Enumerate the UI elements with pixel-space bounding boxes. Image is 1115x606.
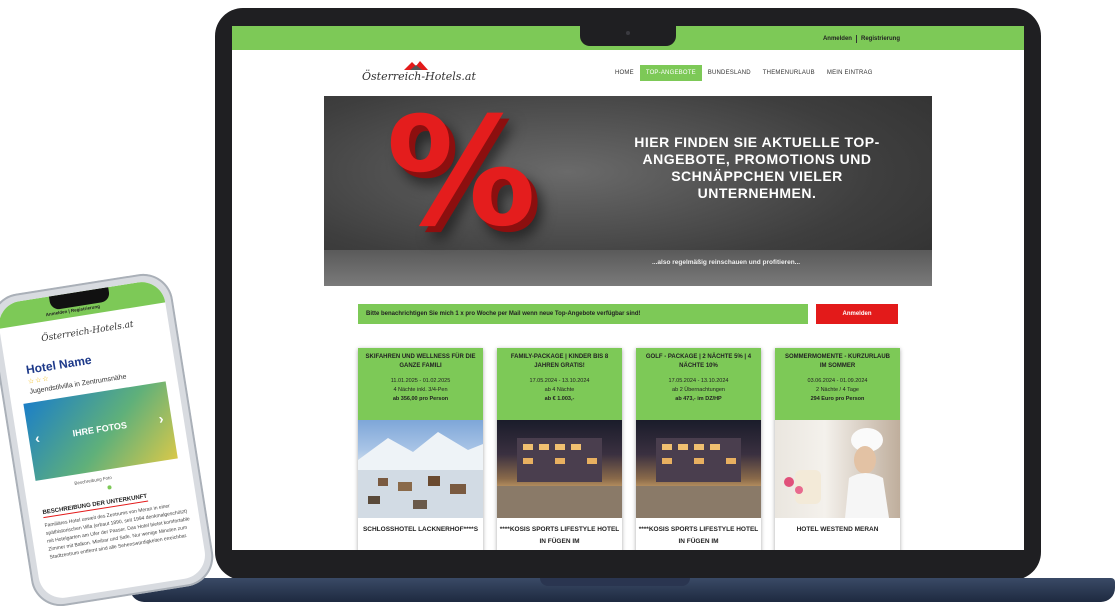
offer-dates: 17.05.2024 - 13.10.2024 xyxy=(668,378,729,384)
offer-price: ab 356,00 pro Person xyxy=(392,396,449,402)
nav-item-themenurlaub[interactable]: THEMENURLAUB xyxy=(757,65,821,81)
offer-dates: 03.06.2024 - 01.09.2024 xyxy=(807,378,868,384)
offer-card[interactable]: FAMILY-PACKAGE | KINDER BIS 8 JAHREN GRA… xyxy=(497,348,622,550)
hotel-name: ****KOSIS SPORTS LIFESTYLE HOTEL IN FÜGE… xyxy=(638,526,759,545)
nav-item-mein-eintrag[interactable]: MEIN EINTRAG xyxy=(821,65,879,81)
laptop-screen: Anmelden Registrierung Österreich-Hotels… xyxy=(232,26,1024,550)
offer-title: FAMILY-PACKAGE | KINDER BIS 8 JAHREN GRA… xyxy=(510,354,609,369)
offer-title: GOLF - PACKAGE | 2 NÄCHTE 5% | 4 NÄCHTE … xyxy=(645,354,752,369)
phone-site-logo[interactable]: Österreich-Hotels.at xyxy=(41,320,135,344)
roof-logo-icon xyxy=(404,61,428,70)
gallery-label: IHRE FOTOS xyxy=(71,419,128,439)
offer-title: SOMMERMOMENTE - KURZURLAUB IM SOMMER xyxy=(785,354,890,369)
camera-icon xyxy=(626,31,630,35)
nav-item-home[interactable]: HOME xyxy=(609,65,640,81)
hotel-night-image[interactable] xyxy=(497,420,622,518)
photo-caption: Beschreibung Foto xyxy=(74,474,113,486)
chevron-right-icon[interactable]: › xyxy=(157,410,164,427)
phone-device: Anmelden | Registrierung Österreich-Hote… xyxy=(0,269,218,606)
offer-card-header: GOLF - PACKAGE | 2 NÄCHTE 5% | 4 NÄCHTE … xyxy=(636,348,761,420)
offer-card-header: SKIFAHREN UND WELLNESS FÜR DIE GANZE FAM… xyxy=(358,348,483,420)
hotel-name: ****KOSIS SPORTS LIFESTYLE HOTEL IN FÜGE… xyxy=(499,526,620,545)
hotel-name: SCHLOSSHOTEL LACKNERHOF****S xyxy=(362,526,479,533)
nav-item-top-angebote[interactable]: TOP-ANGEBOTE xyxy=(639,65,702,81)
hotel-building-icon xyxy=(636,438,761,518)
offer-dates: 17.05.2024 - 13.10.2024 xyxy=(529,378,590,384)
hotel-name-heading: Hotel Name xyxy=(25,352,93,377)
hero-banner: % HIER FINDEN SIE AKTUELLE TOP-ANGEBOTE,… xyxy=(324,96,932,286)
newsletter-subscribe-button[interactable]: Anmelden xyxy=(816,304,898,324)
nav-item-bundesland[interactable]: BUNDESLAND xyxy=(702,65,757,81)
hotel-name: HOTEL WESTEND MERAN xyxy=(796,526,879,533)
offer-price: ab € 1.003,- xyxy=(544,396,575,402)
register-link[interactable]: Registrierung xyxy=(861,36,900,42)
account-links: Anmelden Registrierung xyxy=(823,35,900,43)
offer-detail: ab 2 Übernachtungen xyxy=(672,387,725,393)
hotel-night-image[interactable] xyxy=(636,420,761,518)
spa-woman-image[interactable] xyxy=(775,420,900,518)
mountain-scene-icon xyxy=(358,432,483,518)
main-navbar: Österreich-Hotels.at HOME TOP-ANGEBOTE B… xyxy=(232,50,1024,96)
nav-menu: HOME TOP-ANGEBOTE BUNDESLAND THEMENURLAU… xyxy=(609,65,879,81)
offer-card[interactable]: GOLF - PACKAGE | 2 NÄCHTE 5% | 4 NÄCHTE … xyxy=(636,348,761,550)
spa-scene-icon xyxy=(784,428,889,518)
offer-card[interactable]: SKIFAHREN UND WELLNESS FÜR DIE GANZE FAM… xyxy=(358,348,483,550)
logo-text: Österreich-Hotels.at xyxy=(362,70,476,83)
offer-card-header: FAMILY-PACKAGE | KINDER BIS 8 JAHREN GRA… xyxy=(497,348,622,420)
laptop-hinge-groove xyxy=(540,578,690,586)
laptop-notch xyxy=(580,26,676,46)
login-link[interactable]: Anmelden xyxy=(823,36,852,42)
chevron-left-icon[interactable]: ‹ xyxy=(34,430,41,447)
gallery-dot-indicator[interactable] xyxy=(107,485,112,490)
offer-title: SKIFAHREN UND WELLNESS FÜR DIE GANZE FAM… xyxy=(365,354,476,369)
offer-card-header: SOMMERMOMENTE - KURZURLAUB IM SOMMER 03.… xyxy=(775,348,900,420)
snowy-village-image[interactable] xyxy=(358,420,483,518)
hotel-building-icon xyxy=(497,438,622,518)
offer-dates: 11.01.2025 - 01.02.2025 xyxy=(390,378,451,384)
hero-subline: ...also regelmäßig reinschauen und profi… xyxy=(652,259,801,266)
newsletter-text: Bitte benachrichtigen Sie mich 1 x pro W… xyxy=(358,304,808,324)
photo-gallery[interactable]: ‹ IHRE FOTOS › xyxy=(23,381,178,481)
offer-detail: 4 Nächte inkl. 3/4-Pen xyxy=(393,387,448,393)
site-logo[interactable]: Österreich-Hotels.at xyxy=(362,60,476,86)
mockup-stage: Anmelden Registrierung Österreich-Hotels… xyxy=(0,0,1115,606)
offer-card[interactable]: SOMMERMOMENTE - KURZURLAUB IM SOMMER 03.… xyxy=(775,348,900,550)
offer-price: ab 473,- im DZ/HP xyxy=(675,396,722,402)
percent-icon: % xyxy=(386,96,537,260)
offer-price: 294 Euro pro Person xyxy=(810,396,865,402)
offer-detail: 2 Nächte / 4 Tage xyxy=(815,387,859,393)
offer-detail: ab 4 Nächte xyxy=(544,387,575,393)
link-divider xyxy=(855,35,857,43)
hero-headline: HIER FINDEN SIE AKTUELLE TOP-ANGEBOTE, P… xyxy=(634,134,880,201)
